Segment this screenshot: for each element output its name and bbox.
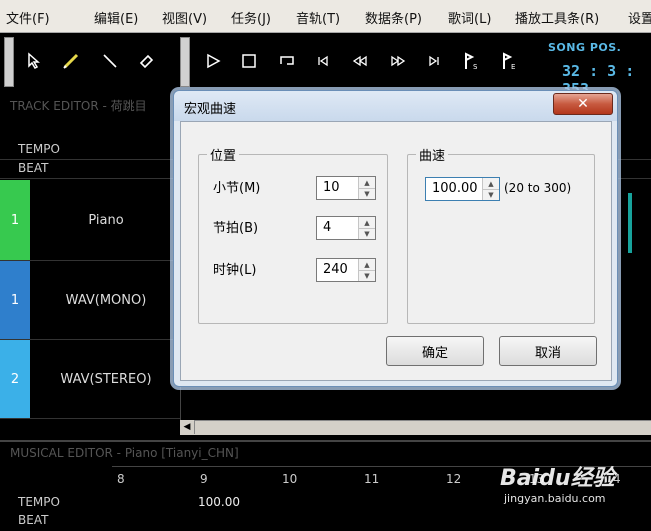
spin-down-icon[interactable]: ▼ [359, 228, 375, 239]
eraser-tool-icon[interactable] [133, 47, 159, 75]
svg-text:E: E [511, 63, 515, 71]
menu-track[interactable]: 音轨(T) [296, 8, 340, 27]
measure-input[interactable]: 10 [323, 180, 340, 195]
musical-editor-title: MUSICAL EDITOR - Piano [Tianyi_CHN] [10, 446, 239, 460]
toolbar-grip[interactable] [4, 37, 14, 87]
tempo-group: 曲速 100.00 ▲ ▼ (20 to 300) [407, 145, 595, 324]
go-to-start-icon[interactable] [310, 47, 336, 75]
tempo-label: TEMPO [18, 495, 60, 509]
menu-playback-toolbar[interactable]: 播放工具条(R) [515, 8, 599, 27]
tempo-group-label: 曲速 [416, 145, 449, 164]
measure-number: 12 [446, 472, 462, 486]
pointer-tool-icon[interactable] [22, 47, 48, 75]
measure-number: 10 [282, 472, 298, 486]
svg-text:S: S [473, 63, 478, 71]
track-number: 1 [0, 180, 30, 260]
fast-forward-icon[interactable] [385, 47, 411, 75]
close-button[interactable]: ✕ [553, 93, 613, 115]
rewind-icon[interactable] [347, 47, 373, 75]
loop-icon[interactable] [274, 47, 300, 75]
clock-spin-arrows[interactable]: ▲ ▼ [358, 259, 375, 281]
start-marker-icon[interactable]: S [458, 47, 484, 75]
toolbar: S E SONG POS. 32 : 3 : 353 [0, 33, 651, 98]
watermark-brand: Baidu经验 [500, 466, 615, 491]
close-icon: ✕ [577, 96, 589, 112]
beat-spin-arrows[interactable]: ▲ ▼ [358, 217, 375, 239]
toolbar-grip-2[interactable] [180, 37, 190, 87]
menu-bar: 文件(F) 编辑(E) 视图(V) 任务(J) 音轨(T) 数据条(P) 歌词(… [0, 0, 651, 33]
ok-button-label: 确定 [421, 345, 448, 361]
beat-spinbox[interactable]: 4 ▲ ▼ [316, 216, 376, 240]
menu-file[interactable]: 文件(F) [6, 8, 50, 27]
menu-databar[interactable]: 数据条(P) [365, 8, 422, 27]
spin-down-icon[interactable]: ▼ [359, 188, 375, 199]
track-name: Piano [88, 212, 124, 228]
clock-spinbox[interactable]: 240 ▲ ▼ [316, 258, 376, 282]
tempo-spin-arrows[interactable]: ▲ ▼ [482, 178, 499, 200]
menu-lyrics[interactable]: 歌词(L) [448, 8, 491, 27]
end-marker-icon[interactable]: E [496, 47, 522, 75]
measure-spinbox[interactable]: 10 ▲ ▼ [316, 176, 376, 200]
track-name: WAV(MONO) [65, 292, 147, 308]
beat-label: 节拍(B) [213, 221, 259, 236]
play-icon[interactable] [200, 47, 226, 75]
spin-down-icon[interactable]: ▼ [359, 270, 375, 281]
track-row[interactable]: 1 Piano [0, 180, 180, 261]
measure-number: 8 [117, 472, 125, 486]
menu-view[interactable]: 视图(V) [162, 8, 207, 27]
stop-icon[interactable] [236, 47, 262, 75]
measure-number: 11 [364, 472, 380, 486]
tempo-marker-value[interactable]: 100.00 [198, 495, 240, 509]
beat-input[interactable]: 4 [323, 220, 331, 235]
beat-label: BEAT [18, 513, 49, 527]
tempo-label: TEMPO [18, 142, 60, 156]
cancel-button-label: 取消 [534, 345, 561, 361]
cancel-button[interactable]: 取消 [499, 336, 597, 366]
song-position-label: SONG POS. [548, 41, 622, 54]
line-tool-icon[interactable] [97, 47, 123, 75]
measure-number: 9 [200, 472, 208, 486]
tempo-range-label: (20 to 300) [504, 181, 572, 195]
track-number: 1 [0, 261, 30, 339]
scroll-left-icon[interactable]: ◀ [180, 420, 195, 434]
go-to-end-icon[interactable] [421, 47, 447, 75]
clock-label: 时钟(L) [213, 263, 257, 278]
menu-edit[interactable]: 编辑(E) [94, 8, 138, 27]
menu-task[interactable]: 任务(J) [231, 8, 271, 27]
ok-button[interactable]: 确定 [386, 336, 484, 366]
dialog-titlebar[interactable]: 宏观曲速 ✕ [174, 91, 617, 121]
track-row[interactable]: 1 WAV(MONO) [0, 261, 180, 340]
measure-label: 小节(M) [213, 181, 261, 196]
menu-settings[interactable]: 设置 [628, 8, 651, 27]
pencil-tool-icon[interactable] [58, 47, 84, 75]
horizontal-scrollbar[interactable] [180, 420, 651, 435]
position-group-label: 位置 [207, 145, 240, 164]
baidu-watermark: Baidu经验 jingyan.baidu.com [500, 460, 615, 505]
track-editor-title: TRACK EDITOR - 荷跳目 [10, 99, 147, 113]
beat-label: BEAT [18, 161, 49, 175]
macro-tempo-dialog: 宏观曲速 ✕ 位置 小节(M) 10 ▲ ▼ 节拍(B) 4 ▲ ▼ 时钟(L)… [173, 90, 618, 387]
track-name: WAV(STEREO) [60, 371, 152, 387]
watermark-url: jingyan.baidu.com [504, 492, 606, 505]
track-clip[interactable] [628, 193, 632, 253]
tempo-input[interactable]: 100.00 [432, 181, 478, 196]
tempo-spinbox[interactable]: 100.00 ▲ ▼ [425, 177, 500, 201]
dialog-title: 宏观曲速 [184, 102, 237, 117]
track-number: 2 [0, 340, 30, 418]
spin-down-icon[interactable]: ▼ [483, 189, 499, 200]
track-row[interactable]: 2 WAV(STEREO) [0, 340, 180, 419]
clock-input[interactable]: 240 [323, 262, 348, 277]
dialog-body: 位置 小节(M) 10 ▲ ▼ 节拍(B) 4 ▲ ▼ 时钟(L) 240 ▲ … [180, 121, 612, 381]
position-group: 位置 小节(M) 10 ▲ ▼ 节拍(B) 4 ▲ ▼ 时钟(L) 240 ▲ … [198, 145, 388, 324]
measure-spin-arrows[interactable]: ▲ ▼ [358, 177, 375, 199]
